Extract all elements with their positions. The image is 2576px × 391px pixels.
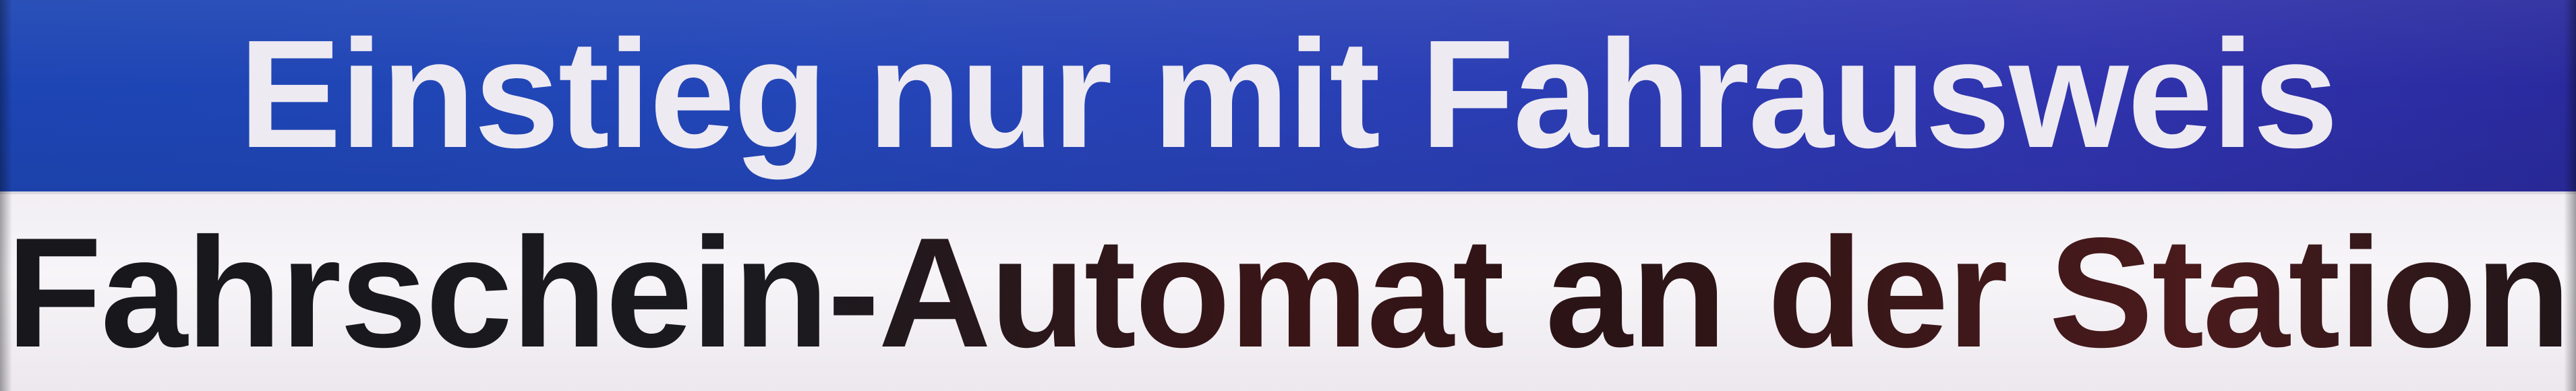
- sign-headline: Einstieg nur mit Fahrausweis: [239, 9, 2338, 180]
- transit-sign: Einstieg nur mit Fahrausweis Fahrschein-…: [0, 0, 2576, 391]
- sign-left-edge: [0, 0, 12, 391]
- sign-subline: Fahrschein-Automat an der Station: [0, 202, 2576, 384]
- sign-right-edge: [2564, 0, 2576, 391]
